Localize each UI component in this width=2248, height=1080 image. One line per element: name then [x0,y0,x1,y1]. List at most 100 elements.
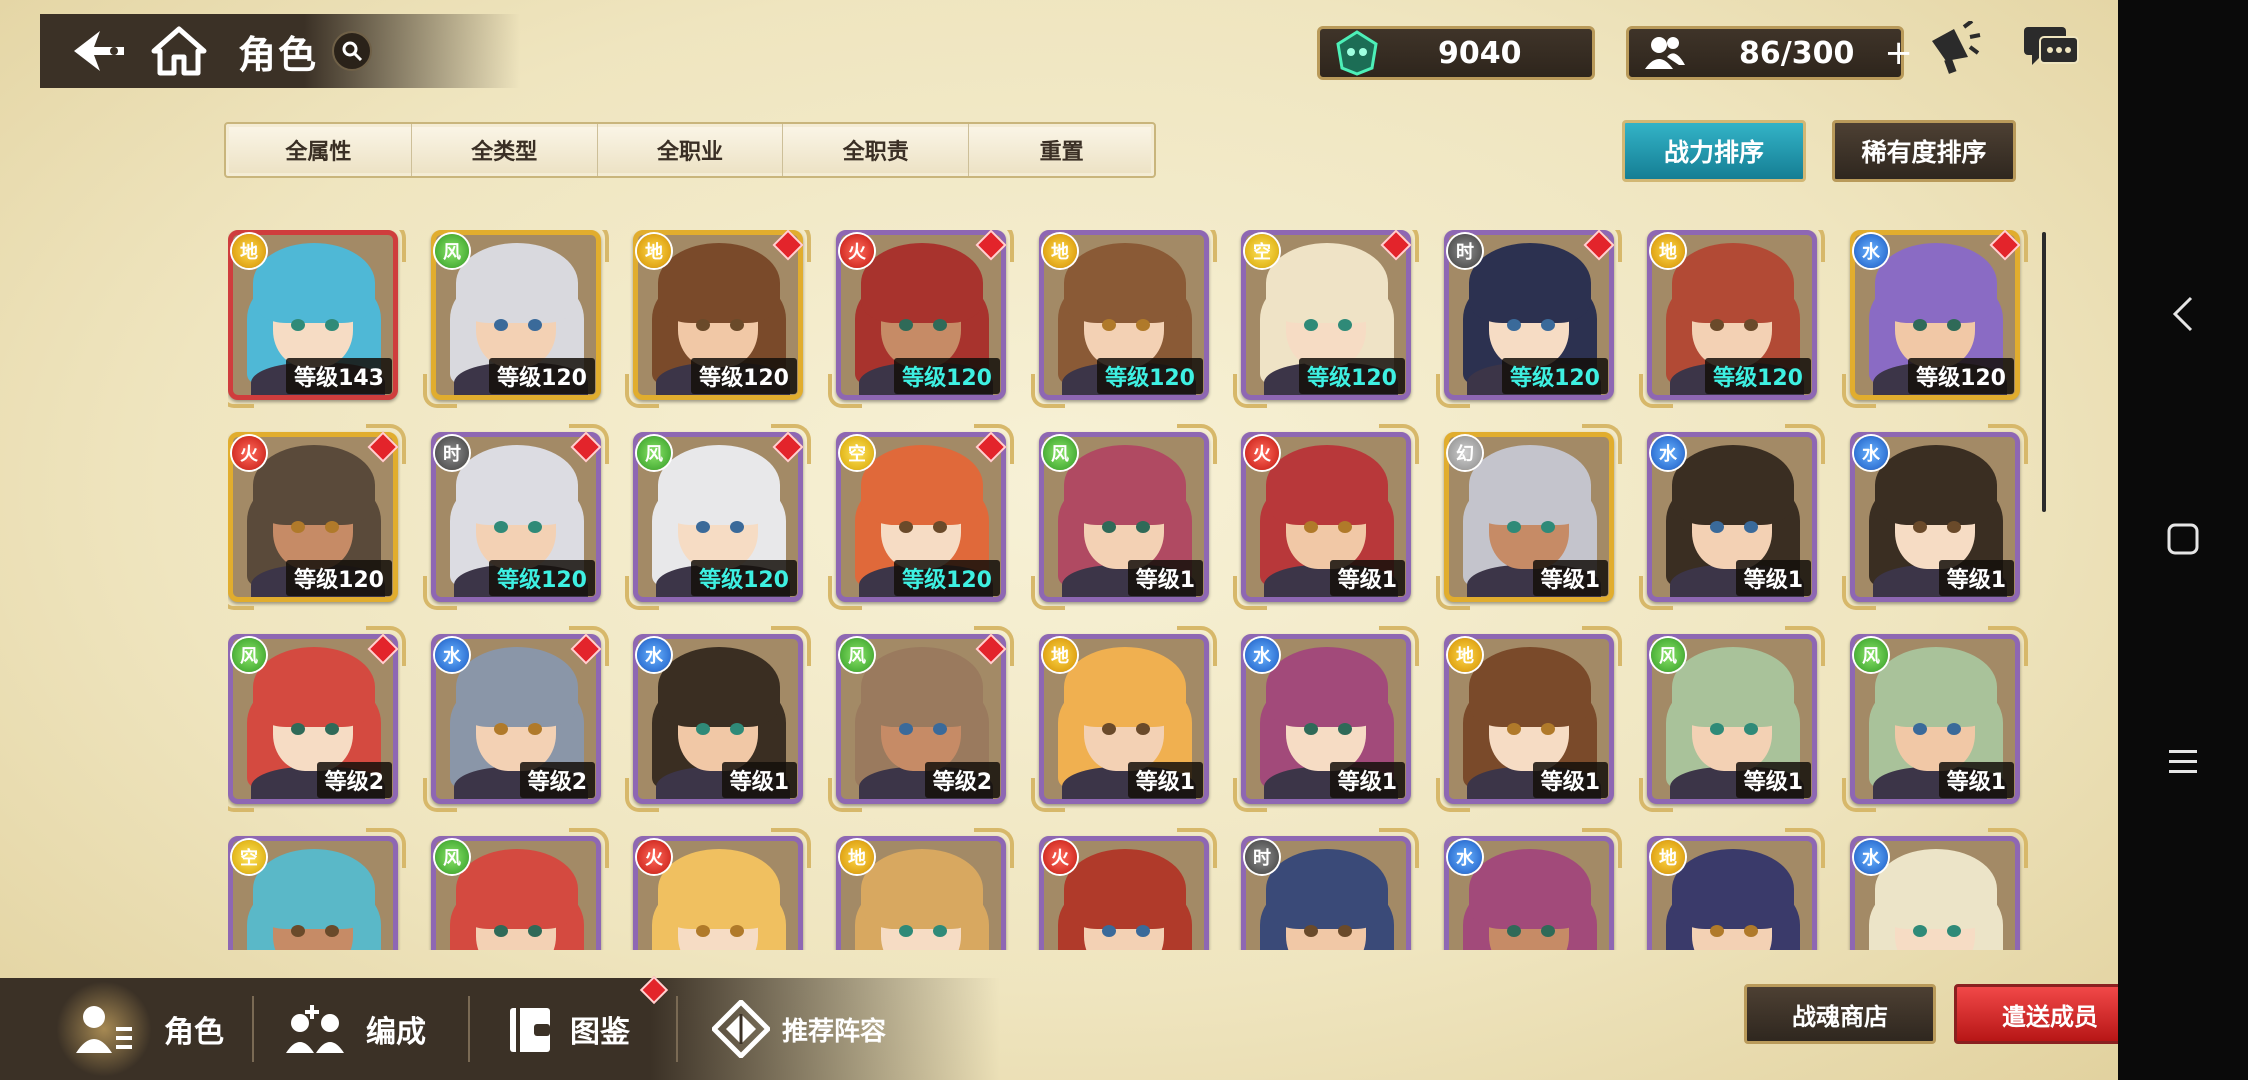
filter-role[interactable]: 全职责 [783,124,970,176]
character-card[interactable]: 地 [836,828,1014,950]
character-card[interactable]: 地等级120 [625,230,811,408]
character-card[interactable]: 水等级1 [1639,424,1825,610]
level-label: 等级120 [489,560,595,596]
level-label: 等级1 [1127,762,1203,798]
element-badge: 地 [1651,840,1685,874]
character-card[interactable]: 水等级1 [1233,626,1419,812]
character-card[interactable]: 空等级120 [828,424,1014,610]
tab-formation[interactable]: 编成 [284,978,426,1080]
frame-ornament [569,230,609,262]
level-label: 等级120 [691,560,797,596]
character-card[interactable]: 时等级120 [1436,230,1622,408]
frame-ornament [1379,626,1419,666]
tab-recommend-label: 推荐阵容 [782,1016,887,1047]
element-badge: 时 [1245,840,1279,874]
character-card[interactable]: 水等级1 [1842,424,2028,610]
character-card[interactable]: 水 [1444,828,1622,950]
frame-ornament [569,828,609,868]
character-card[interactable]: 风等级1 [1639,626,1825,812]
frame-ornament [1639,576,1673,610]
frame-ornament [423,778,457,812]
home-icon[interactable] [150,25,208,77]
search-icon[interactable] [332,31,373,71]
tab-codex-label: 图鉴 [570,1015,630,1050]
character-card[interactable]: 火等级120 [228,424,406,610]
element-badge: 风 [637,436,671,470]
character-card[interactable]: 风 [431,828,609,950]
filter-attribute[interactable]: 全属性 [226,124,412,176]
filter-bar: 全属性 全类型 全职业 全职责 重置 [224,122,1156,178]
character-card[interactable]: 水等级120 [1842,230,2028,408]
filter-type[interactable]: 全类型 [412,124,598,176]
tab-recommend[interactable]: 推荐阵容 [712,978,886,1080]
character-card[interactable]: 风等级1 [1842,626,2028,812]
filter-class[interactable]: 全职业 [598,124,784,176]
tab-formation-label: 编成 [366,1015,426,1050]
level-label: 等级1 [1329,762,1405,798]
frame-ornament [1785,230,1825,262]
member-counter[interactable]: 86/300 + [1626,26,1913,80]
tab-codex[interactable]: 图鉴 [504,978,630,1080]
tab-role[interactable]: 角色 [56,978,224,1080]
frame-ornament [1582,424,1622,464]
character-card[interactable]: 空 [228,828,406,950]
character-card[interactable]: 地等级120 [1031,230,1217,408]
gem-icon [1334,30,1380,76]
character-card[interactable]: 地等级143 [228,230,406,408]
recents-nav-icon[interactable] [2118,746,2248,776]
grid-scrollbar[interactable] [2042,232,2046,512]
frame-ornament [366,828,406,868]
character-card[interactable]: 风等级120 [625,424,811,610]
character-card[interactable]: 地等级1 [1031,626,1217,812]
dismiss-members-button[interactable]: 遣送成员 [1954,984,2118,1044]
element-badge: 地 [1651,234,1685,268]
level-label: 等级120 [691,358,797,394]
character-card[interactable]: 时等级120 [423,424,609,610]
character-card[interactable]: 空等级120 [1233,230,1419,408]
character-card[interactable]: 地等级120 [1639,230,1825,408]
soul-shop-button[interactable]: 战魂商店 [1744,984,1936,1044]
character-card[interactable]: 火等级1 [1233,424,1419,610]
character-card[interactable]: 地 [1647,828,1825,950]
character-card[interactable]: 幻等级1 [1436,424,1622,610]
character-card[interactable]: 风等级2 [828,626,1014,812]
element-badge: 时 [1448,234,1482,268]
home-nav-icon[interactable] [2118,522,2248,556]
recommend-tab-icon [712,1000,770,1058]
element-badge: 地 [840,840,874,874]
level-label: 等级1 [1532,560,1608,596]
element-badge: 火 [637,840,671,874]
character-card[interactable]: 时 [1241,828,1419,950]
character-card[interactable]: 水等级2 [423,626,609,812]
header-bar: 角色 [40,14,520,88]
character-card[interactable]: 水等级1 [625,626,811,812]
frame-ornament [1785,828,1825,868]
frame-ornament [1988,424,2028,464]
add-members-icon[interactable]: + [1884,33,1913,73]
character-card[interactable]: 水 [1850,828,2028,950]
character-card[interactable]: 火 [1039,828,1217,950]
element-badge: 火 [840,234,874,268]
character-grid: 地等级143 风等级120 地等级120 火等级120 地等级120 空等级120 时等级1… [228,230,2048,950]
element-badge: 水 [1854,436,1888,470]
element-badge: 地 [232,234,266,268]
character-card[interactable]: 风等级2 [228,626,406,812]
back-icon[interactable] [70,27,128,75]
character-card[interactable]: 火等级120 [828,230,1014,408]
sort-rarity-button[interactable]: 稀有度排序 [1832,120,2016,182]
character-card[interactable]: 地等级1 [1436,626,1622,812]
frame-ornament [625,576,659,610]
filter-reset[interactable]: 重置 [969,124,1154,176]
chat-icon[interactable] [2020,18,2082,78]
character-card[interactable]: 风等级1 [1031,424,1217,610]
character-card[interactable]: 风等级120 [423,230,609,408]
gem-counter[interactable]: 9040 [1317,26,1595,80]
gem-count: 9040 [1438,35,1522,71]
back-nav-icon[interactable] [2118,296,2248,332]
announcement-icon[interactable] [1922,18,1984,78]
level-label: 等级1 [1735,560,1811,596]
element-badge: 风 [435,840,469,874]
tab-divider [468,996,470,1062]
sort-power-button[interactable]: 战力排序 [1622,120,1806,182]
character-card[interactable]: 火 [633,828,811,950]
